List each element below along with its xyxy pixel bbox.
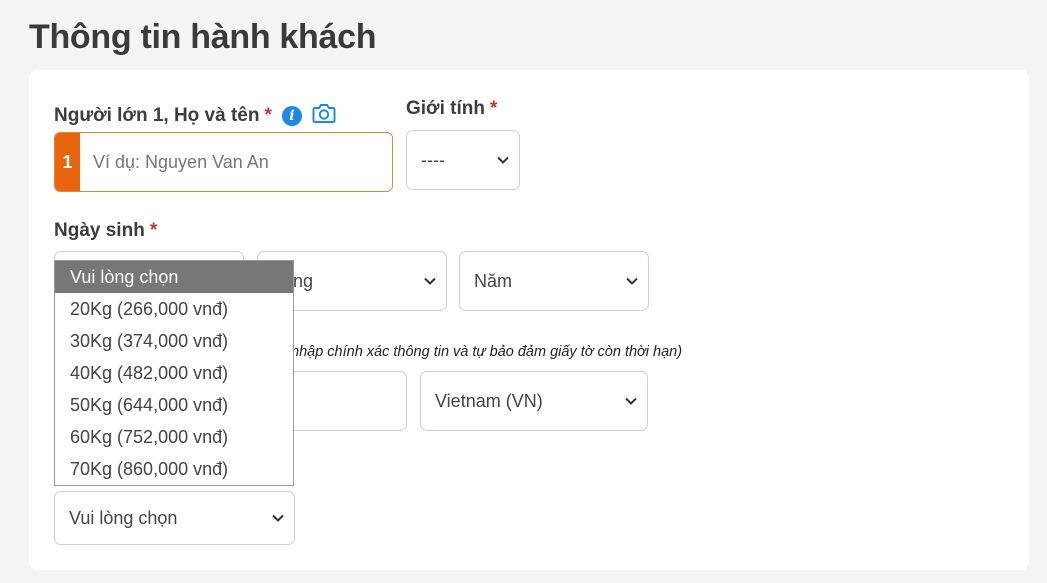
nationality-select[interactable]: Vietnam (VN) — [420, 371, 648, 431]
baggage-option[interactable]: 60Kg (752,000 vnđ) — [55, 421, 293, 453]
full-name-label: Người lớn 1, Họ và tên * i — [54, 102, 336, 130]
chevron-down-icon — [272, 514, 284, 522]
full-name-field: 1 — [54, 132, 393, 192]
info-icon[interactable]: i — [281, 106, 302, 126]
camera-icon[interactable] — [312, 102, 336, 130]
passenger-index-badge: 1 — [55, 133, 80, 191]
full-name-input[interactable] — [80, 133, 392, 191]
baggage-option[interactable]: 40Kg (482,000 vnđ) — [55, 357, 293, 389]
chevron-down-icon — [497, 156, 509, 164]
required-mark: * — [264, 105, 272, 126]
chevron-down-icon — [625, 397, 637, 405]
baggage-option[interactable]: 50Kg (644,000 vnđ) — [55, 389, 293, 421]
document-note: nhập chính xác thông tin và tự bảo đảm g… — [291, 344, 683, 360]
baggage-option[interactable]: 30Kg (374,000 vnđ) — [55, 325, 293, 357]
baggage-select[interactable]: Vui lòng chọn — [54, 491, 295, 545]
gender-label: Giới tính * — [406, 98, 498, 119]
baggage-dropdown-list: Vui lòng chọn 20Kg (266,000 vnđ) 30Kg (3… — [54, 260, 294, 486]
baggage-option[interactable]: 20Kg (266,000 vnđ) — [55, 293, 293, 325]
chevron-down-icon — [424, 277, 436, 285]
baggage-option[interactable]: 70Kg (860,000 vnđ) — [55, 453, 293, 485]
dob-year-select[interactable]: Năm — [459, 251, 649, 311]
required-mark: * — [149, 220, 158, 241]
required-mark: * — [489, 98, 498, 119]
baggage-option[interactable]: Vui lòng chọn — [55, 261, 293, 293]
chevron-down-icon — [626, 277, 638, 285]
gender-select[interactable]: ---- — [406, 130, 520, 190]
dob-label: Ngày sinh * — [54, 220, 158, 241]
page-title: Thông tin hành khách — [29, 18, 377, 56]
